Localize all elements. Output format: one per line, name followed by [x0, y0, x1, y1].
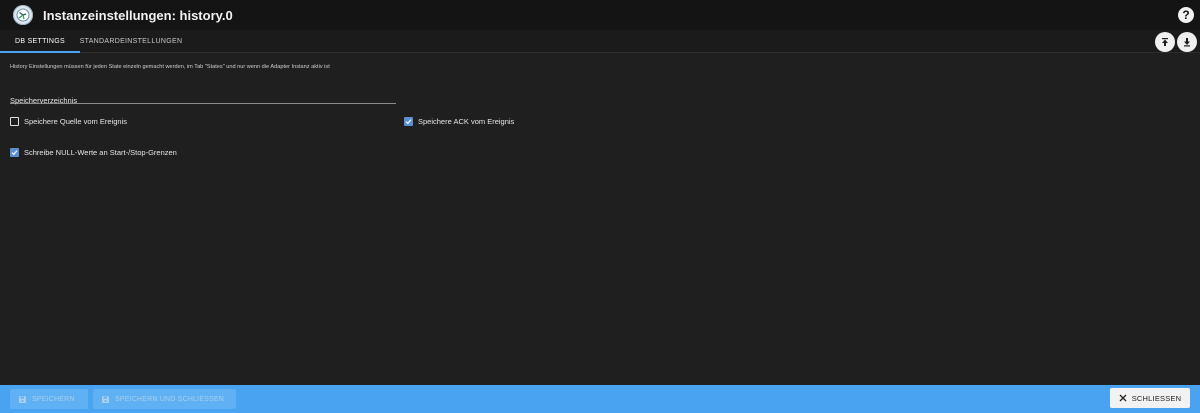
- download-icon: [1184, 38, 1190, 47]
- upload-icon: [1162, 38, 1168, 46]
- save-and-close-button[interactable]: SPEICHERN UND SCHLIESSEN: [93, 389, 236, 409]
- tab-label: STANDARDEINSTELLUNGEN: [79, 37, 183, 45]
- checkbox-checked-icon[interactable]: [10, 148, 19, 157]
- save-button[interactable]: SPEICHERN: [10, 389, 88, 409]
- tab-bar: DB SETTINGS STANDARDEINSTELLUNGEN: [0, 30, 1200, 53]
- checkbox-checked-icon[interactable]: [404, 117, 413, 126]
- help-icon[interactable]: ?: [1178, 7, 1194, 23]
- close-label: SCHLIESSEN: [1131, 393, 1182, 403]
- tab-db-settings[interactable]: DB SETTINGS: [0, 30, 80, 53]
- download-button[interactable]: [1177, 32, 1197, 52]
- tab-label: DB SETTINGS: [15, 37, 65, 45]
- save-label: SPEICHERN: [32, 395, 75, 403]
- tab-standardeinstellungen[interactable]: STANDARDEINSTELLUNGEN: [80, 30, 182, 52]
- checkbox-save-source[interactable]: Speichere Quelle vom Ereignis: [10, 117, 127, 126]
- close-button[interactable]: SCHLIESSEN: [1110, 388, 1190, 408]
- checkbox-label: Schreibe NULL-Werte an Start-/Stop-Grenz…: [24, 148, 177, 157]
- checkbox-label: Speichere Quelle vom Ereignis: [24, 117, 127, 126]
- upload-button[interactable]: [1155, 32, 1175, 52]
- storage-dir-field[interactable]: Speicherverzeichnis: [10, 90, 396, 105]
- close-icon: [1119, 394, 1127, 402]
- dialog-footer: SPEICHERN SPEICHERN UND SCHLIESSEN SCHLI…: [0, 385, 1200, 413]
- storage-dir-label: Speicherverzeichnis: [10, 96, 78, 105]
- checkbox-label: Speichere ACK vom Ereignis: [418, 117, 515, 126]
- title-bar: Instanzeinstellungen: history.0 ?: [0, 0, 1200, 30]
- dialog-title: Instanzeinstellungen: history.0: [43, 7, 233, 23]
- checkbox-write-null[interactable]: Schreibe NULL-Werte an Start-/Stop-Grenz…: [10, 148, 177, 157]
- info-text: History Einstellungen müssen für jeden S…: [10, 64, 330, 70]
- history-adapter-logo-icon: [13, 5, 33, 25]
- save-and-close-label: SPEICHERN UND SCHLIESSEN: [115, 395, 225, 403]
- checkbox-save-ack[interactable]: Speichere ACK vom Ereignis: [404, 117, 514, 126]
- save-icon: [101, 395, 110, 404]
- checkbox-unchecked-icon[interactable]: [10, 117, 19, 126]
- save-icon: [18, 395, 27, 404]
